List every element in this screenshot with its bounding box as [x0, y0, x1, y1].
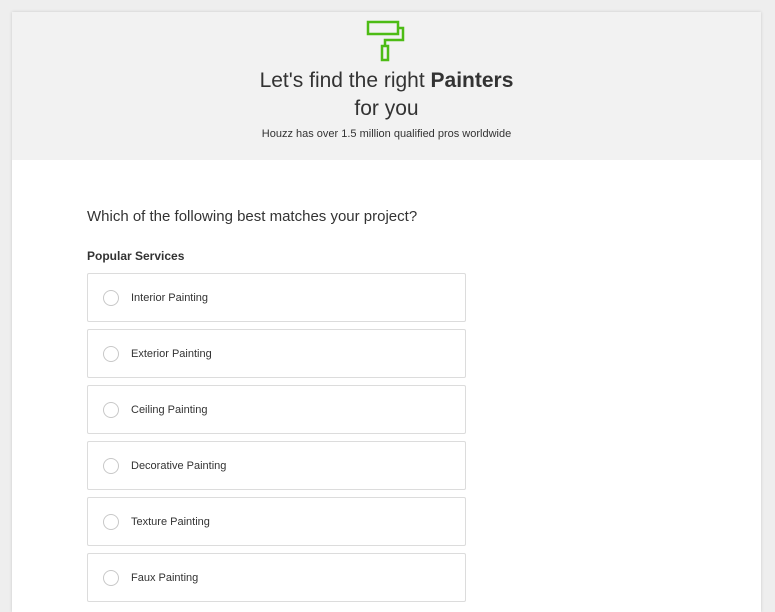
radio-button[interactable]	[103, 513, 119, 530]
radio-button[interactable]	[103, 289, 119, 306]
service-options: Interior Painting Exterior Painting Ceil…	[87, 273, 466, 609]
headline-suffix: for you	[354, 97, 419, 120]
option-faux-painting[interactable]: Faux Painting	[87, 553, 466, 602]
option-label: Decorative Painting	[131, 459, 227, 472]
option-label: Exterior Painting	[131, 347, 212, 360]
radio-button[interactable]	[103, 457, 119, 474]
paint-roller-icon	[366, 20, 405, 62]
option-decorative-painting[interactable]: Decorative Painting	[87, 441, 466, 490]
popular-services-label: Popular Services	[87, 249, 185, 263]
radio-button[interactable]	[103, 569, 119, 586]
option-texture-painting[interactable]: Texture Painting	[87, 497, 466, 546]
question-text: Which of the following best matches your…	[87, 208, 418, 225]
option-exterior-painting[interactable]: Exterior Painting	[87, 329, 466, 378]
headline-prefix: Let's find the right	[259, 69, 431, 92]
radio-button[interactable]	[103, 401, 119, 418]
match-modal: Let's find the right Painters for you Ho…	[12, 12, 761, 612]
subhead: Houzz has over 1.5 million qualified pro…	[261, 128, 512, 140]
headline: Let's find the right Painters for you	[12, 67, 761, 123]
modal-header: Let's find the right Painters for you Ho…	[12, 12, 761, 160]
headline-category: Painters	[430, 69, 514, 92]
option-label: Faux Painting	[131, 571, 199, 584]
radio-button[interactable]	[103, 345, 119, 362]
option-label: Texture Painting	[131, 515, 210, 528]
option-interior-painting[interactable]: Interior Painting	[87, 273, 466, 322]
option-ceiling-painting[interactable]: Ceiling Painting	[87, 385, 466, 434]
option-label: Ceiling Painting	[131, 403, 208, 416]
option-label: Interior Painting	[131, 291, 209, 304]
